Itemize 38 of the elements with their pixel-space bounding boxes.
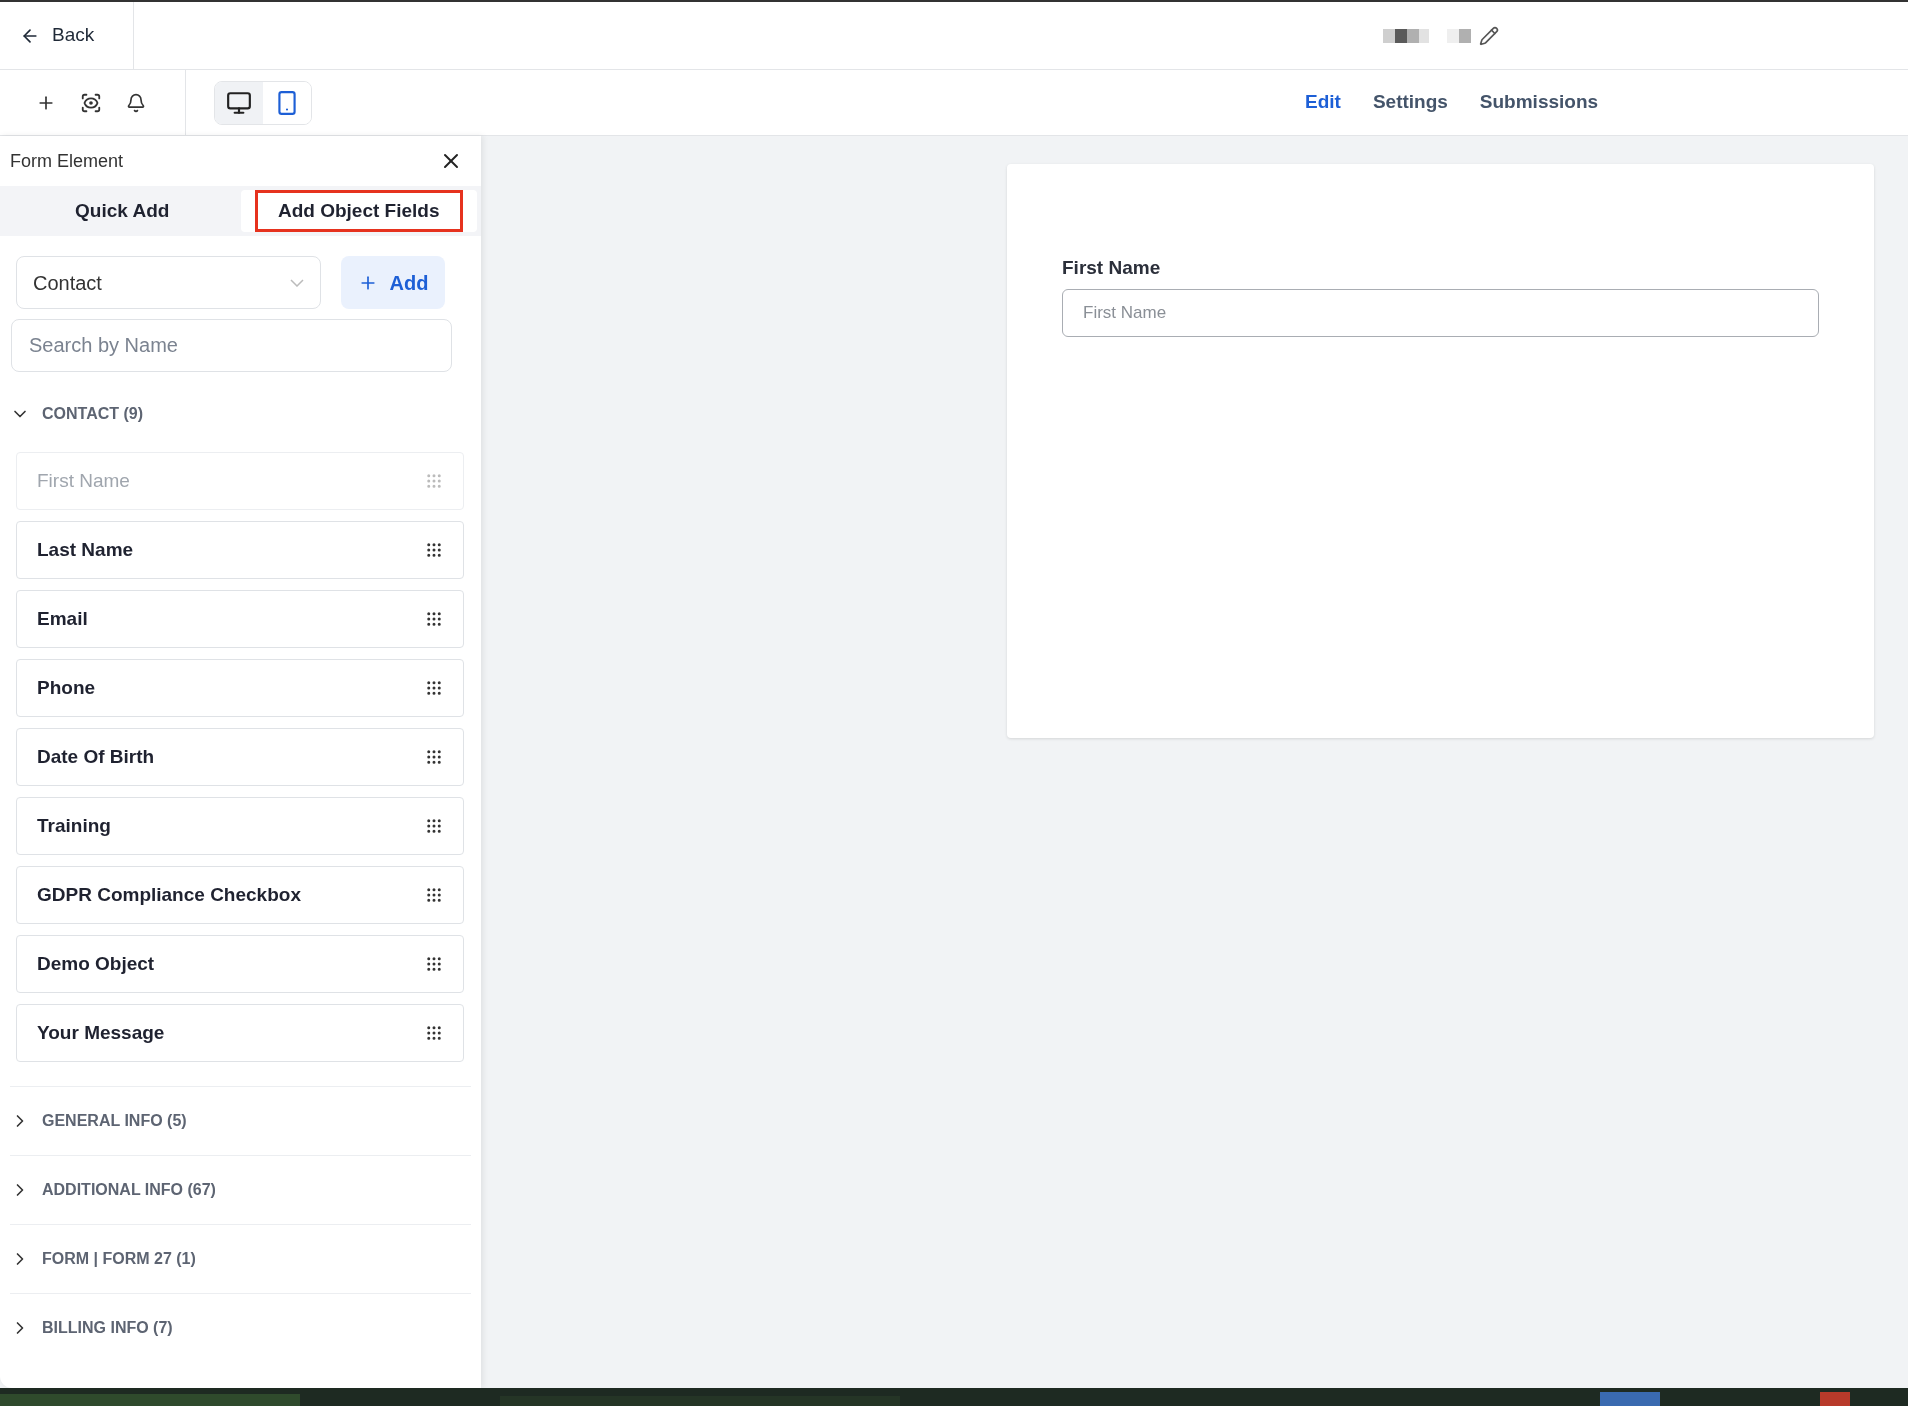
panel-tab[interactable]: Quick Add (52, 189, 193, 233)
desktop-view-button[interactable] (215, 81, 263, 124)
drag-handle-icon[interactable] (425, 955, 443, 973)
section-header[interactable]: BILLING INFO (7) (10, 1294, 471, 1362)
chevron-down-icon (290, 278, 304, 287)
nav-tab[interactable]: Edit (1305, 88, 1341, 117)
drag-handle-icon[interactable] (425, 679, 443, 697)
section-header[interactable]: GENERAL INFO (5) (10, 1087, 471, 1155)
field-item[interactable]: GDPR Compliance Checkbox (16, 866, 464, 924)
drag-handle-icon[interactable] (425, 1024, 443, 1042)
desktop-icon (226, 89, 252, 116)
drag-handle-icon[interactable] (425, 886, 443, 904)
bell-icon[interactable] (126, 92, 146, 113)
nav-tab[interactable]: Settings (1372, 88, 1448, 117)
panel-tab[interactable]: Add Object Fields (255, 189, 463, 233)
edit-title-icon[interactable] (1479, 25, 1499, 46)
section-header[interactable]: ADDITIONAL INFO (67) (10, 1156, 471, 1224)
back-button[interactable]: Back (0, 2, 134, 69)
section-header[interactable]: FORM | FORM 27 (1) (10, 1225, 471, 1293)
field-item[interactable]: Training (16, 797, 464, 855)
drag-handle-icon[interactable] (425, 610, 443, 628)
field-item[interactable]: Email (16, 590, 464, 648)
first-name-field[interactable]: First Name (1062, 288, 1819, 337)
field-label: First Name (1062, 256, 1162, 280)
field-item[interactable]: Demo Object (16, 935, 464, 993)
drag-handle-icon[interactable] (425, 748, 443, 766)
drag-handle-icon[interactable] (425, 817, 443, 835)
object-select[interactable]: Contact (16, 256, 321, 309)
search-field[interactable]: Search by Name (11, 319, 452, 372)
panel-title: Form Element (10, 149, 124, 173)
field-item[interactable]: Your Message (16, 1004, 464, 1062)
field-item[interactable]: Last Name (16, 521, 464, 579)
section-header[interactable]: CONTACT (9) (10, 380, 471, 448)
nav-tab[interactable]: Submissions (1479, 88, 1599, 117)
drag-handle-icon[interactable] (425, 541, 443, 559)
add-button[interactable]: Add (341, 256, 445, 309)
field-item[interactable]: Phone (16, 659, 464, 717)
field-item[interactable]: Date Of Birth (16, 728, 464, 786)
